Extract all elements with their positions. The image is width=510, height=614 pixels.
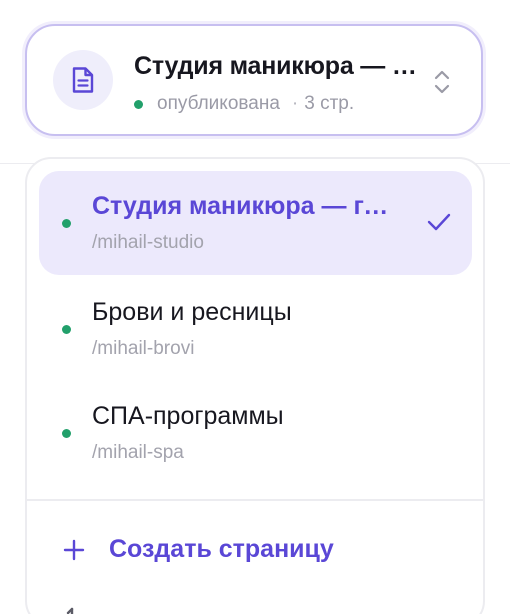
published-status-dot xyxy=(62,325,71,334)
plus-icon xyxy=(63,539,85,561)
chevron-up-down-icon xyxy=(434,70,450,94)
current-page-title: Студия маникюра — главная xyxy=(134,52,424,80)
page-item-slug: /mihail-studio xyxy=(92,232,204,253)
pages-dropdown: Студия маникюра — главная /mihail-studio… xyxy=(25,157,485,614)
current-page-meta: опубликована · 3 стр. xyxy=(134,93,354,115)
page-item-studio[interactable]: Студия маникюра — главная /mihail-studio xyxy=(39,171,472,275)
page-selector-button[interactable]: Студия маникюра — главная опубликована ·… xyxy=(25,24,483,136)
page-item-slug: /mihail-spa xyxy=(92,442,184,463)
partially-visible-menu-item[interactable] xyxy=(39,597,472,614)
page-item-slug: /mihail-brovi xyxy=(92,338,195,359)
page-item-brovi[interactable]: Брови и ресницы /mihail-brovi xyxy=(39,277,472,381)
create-page-button[interactable]: Создать страницу xyxy=(39,517,472,585)
document-icon xyxy=(72,67,94,93)
pages-count: 3 стр. xyxy=(304,93,355,114)
menu-item-icon xyxy=(66,607,74,614)
page-switcher-screen: Студия маникюра — главная опубликована ·… xyxy=(0,0,510,614)
dropdown-divider xyxy=(27,499,483,501)
page-item-name: Студия маникюра — главная xyxy=(92,192,402,220)
page-item-name: СПА-программы xyxy=(92,402,284,430)
page-icon-badge xyxy=(53,50,113,110)
published-status-dot xyxy=(62,429,71,438)
status-label: опубликована xyxy=(157,93,280,114)
published-status-dot xyxy=(134,99,143,109)
page-item-name: Брови и ресницы xyxy=(92,298,292,326)
create-page-label: Создать страницу xyxy=(109,535,334,563)
check-icon xyxy=(427,213,451,231)
meta-separator: · xyxy=(291,93,299,114)
published-status-dot xyxy=(62,219,71,228)
page-item-spa[interactable]: СПА-программы /mihail-spa xyxy=(39,381,472,485)
